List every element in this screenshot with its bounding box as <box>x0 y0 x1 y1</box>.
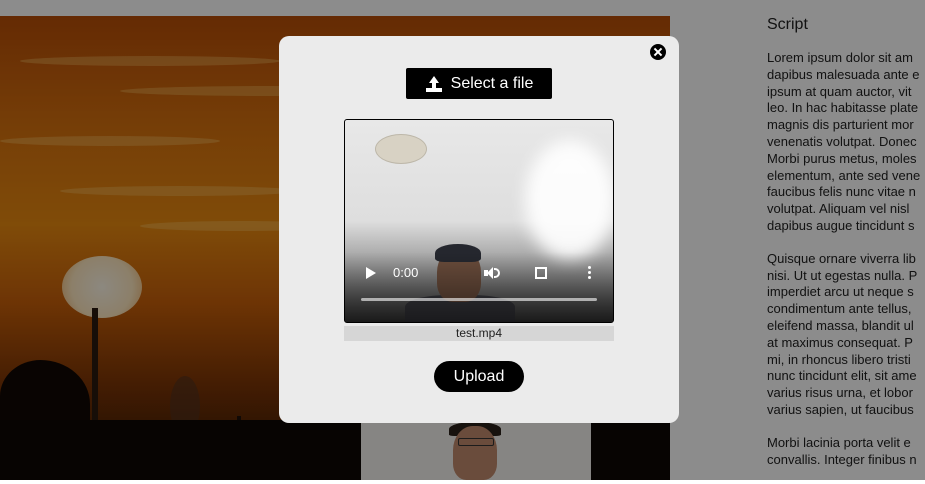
select-file-label: Select a file <box>450 74 534 92</box>
video-preview[interactable]: 0:00 <box>344 119 614 323</box>
play-icon[interactable] <box>366 267 376 279</box>
close-icon[interactable] <box>650 44 666 60</box>
upload-icon <box>425 75 443 92</box>
fullscreen-icon[interactable] <box>535 267 547 279</box>
select-file-button[interactable]: Select a file <box>406 68 552 99</box>
upload-button[interactable]: Upload <box>434 361 524 392</box>
ceiling-lamp <box>375 134 427 164</box>
video-controls <box>345 252 613 322</box>
volume-icon[interactable] <box>484 266 502 280</box>
video-progress-bar[interactable] <box>361 298 597 301</box>
upload-modal: Select a file 0:00 test.mp4 Upload <box>279 36 679 423</box>
video-time: 0:00 <box>393 265 419 280</box>
file-name: test.mp4 <box>344 326 614 341</box>
more-options-icon[interactable] <box>588 266 591 280</box>
